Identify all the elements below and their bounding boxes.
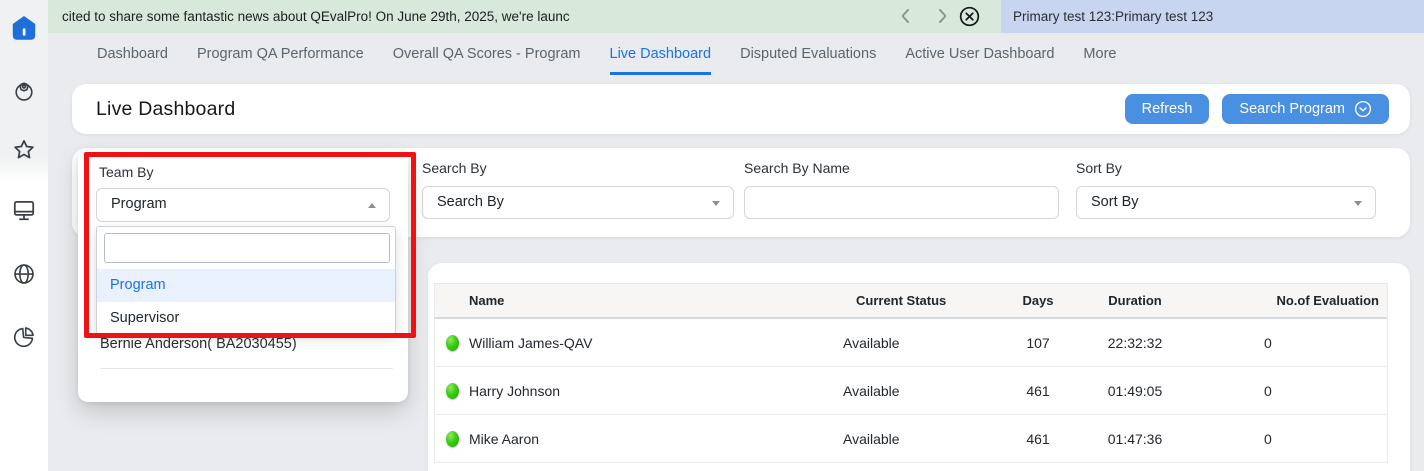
table-row-william-james-qav[interactable]: William James-QAVAvailable10722:32:320	[435, 319, 1387, 367]
table-row-harry-johnson[interactable]: Harry JohnsonAvailable46101:49:050	[435, 367, 1387, 415]
sort-by-value: Sort By	[1091, 194, 1139, 210]
sidebar	[0, 0, 48, 471]
tab-program-qa-performance[interactable]: Program QA Performance	[197, 33, 364, 75]
agent-name-cell: Mike Aaron	[469, 431, 827, 447]
col-header-days: Days	[997, 293, 1079, 308]
sort-by-select[interactable]: Sort By	[1076, 186, 1376, 219]
chevron-down-circle-icon	[1354, 100, 1372, 118]
search-by-value: Search By	[437, 194, 504, 210]
col-header-duration: Duration	[1079, 293, 1191, 308]
table-body: William James-QAVAvailable10722:32:320Ha…	[435, 319, 1387, 463]
team-by-option-program[interactable]: Program	[97, 269, 395, 302]
ticker: Primary test 123:Primary test 123	[1001, 0, 1424, 33]
team-by-select[interactable]: Program	[96, 188, 390, 222]
team-by-option-supervisor[interactable]: Supervisor	[97, 302, 395, 335]
agent-name-cell: William James-QAV	[469, 335, 827, 351]
pie-chart-icon[interactable]	[11, 324, 37, 350]
no-of-evaluation-cell: 0	[1191, 335, 1387, 351]
tab-live-dashboard[interactable]: Live Dashboard	[610, 33, 712, 75]
days-cell: 461	[997, 431, 1079, 447]
sort-by-label: Sort By	[1076, 160, 1376, 176]
star-icon[interactable]	[11, 137, 37, 163]
team-by-label: Team By	[99, 164, 153, 180]
monitor-icon[interactable]	[11, 197, 37, 223]
tab-more[interactable]: More	[1083, 33, 1116, 75]
online-status-dot-icon	[446, 431, 459, 447]
live-dashboard-table: NameCurrent StatusDaysDurationNo.of Eval…	[434, 283, 1388, 463]
team-by-dropdown-search-input[interactable]	[104, 233, 390, 263]
team-by-dropdown: ProgramSupervisor	[96, 226, 396, 334]
current-status-cell: Available	[827, 431, 997, 447]
no-of-evaluation-cell: 0	[1191, 383, 1387, 399]
header-actions: Refresh Search Program	[1125, 94, 1389, 124]
online-status-dot-icon	[446, 383, 459, 399]
current-status-cell: Available	[827, 335, 997, 351]
live-dashboard-table-card: NameCurrent StatusDaysDurationNo.of Eval…	[428, 263, 1410, 471]
days-cell: 107	[997, 335, 1079, 351]
current-status-cell: Available	[827, 383, 997, 399]
refresh-button[interactable]: Refresh	[1125, 94, 1210, 124]
col-header-name: Name	[469, 293, 827, 308]
tab-dashboard[interactable]: Dashboard	[97, 33, 168, 75]
status-indicator-cell	[435, 383, 469, 399]
badge-icon[interactable]	[11, 77, 37, 103]
duration-cell: 01:49:05	[1079, 383, 1191, 399]
duration-cell: 22:32:32	[1079, 335, 1191, 351]
chevron-up-icon	[368, 203, 376, 208]
search-by-group: Search By Search By	[422, 160, 734, 219]
no-of-evaluation-cell: 0	[1191, 431, 1387, 447]
page-header-card: Live Dashboard Refresh Search Program	[72, 84, 1410, 134]
team-by-options: ProgramSupervisor	[97, 269, 395, 335]
search-by-name-group: Search By Name	[744, 160, 1059, 219]
search-by-name-input[interactable]	[744, 186, 1059, 219]
status-indicator-cell	[435, 431, 469, 447]
search-by-name-label: Search By Name	[744, 160, 1059, 176]
search-by-select[interactable]: Search By	[422, 186, 734, 219]
chevron-down-icon	[712, 201, 720, 206]
table-row-mike-aaron[interactable]: Mike AaronAvailable46101:47:360	[435, 415, 1387, 463]
sort-by-group: Sort By Sort By	[1076, 160, 1376, 219]
ticker-text: Primary test 123:Primary test 123	[1001, 0, 1213, 33]
search-by-label: Search By	[422, 160, 734, 176]
announcement-banner: cited to share some fantastic news about…	[48, 0, 1424, 33]
refresh-button-label: Refresh	[1142, 101, 1193, 117]
duration-cell: 01:47:36	[1079, 431, 1191, 447]
tab-disputed-evaluations[interactable]: Disputed Evaluations	[740, 33, 876, 75]
banner-prev-icon[interactable]	[896, 6, 916, 26]
globe-icon[interactable]	[11, 261, 37, 287]
banner-close-icon[interactable]	[958, 5, 981, 28]
search-program-label: Search Program	[1239, 101, 1345, 117]
days-cell: 461	[997, 383, 1079, 399]
online-status-dot-icon	[446, 335, 459, 351]
page-title: Live Dashboard	[96, 98, 235, 121]
tab-overall-qa-scores-program[interactable]: Overall QA Scores - Program	[393, 33, 581, 75]
marquee-text: cited to share some fantastic news about…	[62, 0, 570, 33]
tabs-row: Dashboard Program QA Performance Overall Q…	[48, 33, 1424, 75]
tab-active-user-dashboard[interactable]: Active User Dashboard	[905, 33, 1054, 75]
chevron-down-icon	[1354, 201, 1362, 206]
team-by-value: Program	[111, 196, 167, 212]
divider	[100, 368, 393, 369]
col-header-no-of-evaluation: No.of Evaluation	[1191, 293, 1387, 308]
banner-next-icon[interactable]	[932, 6, 952, 26]
col-header-current-status: Current Status	[827, 293, 997, 308]
team-by-panel: Team By Program ProgramSupervisor Bernie…	[78, 150, 408, 402]
program-list-item[interactable]: Bernie Anderson( BA2030455)	[100, 336, 297, 352]
home-logo-icon[interactable]	[9, 13, 39, 43]
search-program-button[interactable]: Search Program	[1222, 94, 1389, 124]
status-indicator-cell	[435, 335, 469, 351]
table-header-row: NameCurrent StatusDaysDurationNo.of Eval…	[435, 283, 1387, 319]
agent-name-cell: Harry Johnson	[469, 383, 827, 399]
